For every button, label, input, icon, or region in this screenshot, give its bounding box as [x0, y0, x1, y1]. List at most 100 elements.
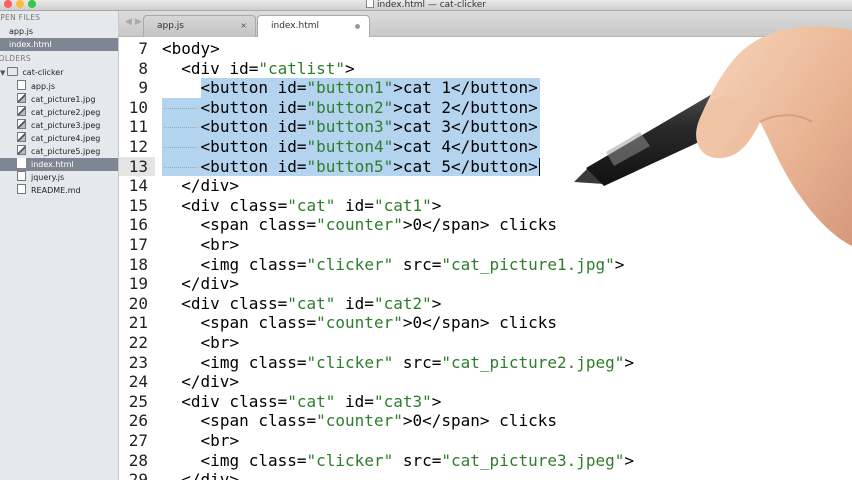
- string-token: "button3": [306, 117, 394, 137]
- indent-guide: [164, 166, 197, 169]
- markup-token: <br>: [200, 431, 240, 450]
- line-number: 9: [138, 78, 148, 98]
- string-token: "cat": [287, 195, 336, 215]
- tab-bar: ◀ ▶ app.js × index.html: [119, 11, 852, 38]
- line-number: 27: [128, 431, 148, 450]
- markup-token: <span class=: [200, 215, 317, 235]
- string-token: "catlist": [258, 58, 346, 78]
- file-item[interactable]: cat_picture5.jpeg: [17, 145, 100, 158]
- string-token: "cat3": [373, 391, 432, 411]
- file-item[interactable]: app.js: [17, 80, 55, 93]
- file-label: index.html: [31, 160, 74, 169]
- code-line[interactable]: 27 <br>: [119, 431, 852, 451]
- folder-label: cat-clicker: [22, 68, 64, 77]
- code-text: <div class="cat" id="cat3">: [181, 392, 441, 412]
- markup-token: <span class=: [200, 313, 317, 333]
- markup-token: </div>: [181, 470, 240, 480]
- line-number: 19: [128, 274, 148, 294]
- code-text: <button id="button2">cat 2</button>: [201, 98, 538, 118]
- code-text: <div class="cat" id="cat1">: [181, 196, 441, 216]
- forward-arrow-icon[interactable]: ▶: [135, 17, 142, 27]
- code-text: </div>: [181, 372, 239, 392]
- code-line[interactable]: 7 <body>: [119, 39, 852, 59]
- markup-token: >0</span> clicks: [402, 313, 557, 333]
- markup-token: <img class=: [200, 254, 307, 274]
- file-label: cat_picture3.jpeg: [31, 121, 101, 130]
- markup-token: >: [431, 391, 442, 411]
- tab-app-js[interactable]: app.js ×: [143, 15, 256, 37]
- code-line[interactable]: 13 <button id="button5">cat 5</button>: [119, 156, 852, 177]
- code-line[interactable]: 25 <div class="cat" id="cat3">: [119, 392, 852, 412]
- code-line[interactable]: 18 <img class="clicker" src="cat_picture1…: [119, 255, 852, 275]
- code-text: <button id="button5">cat 5</button>: [201, 157, 538, 177]
- code-line[interactable]: 29 </div>: [119, 470, 852, 480]
- code-text: <span class="counter">0</span> clicks: [201, 313, 557, 333]
- markup-token: <img class=: [200, 450, 307, 470]
- markup-token: </div>: [181, 274, 240, 294]
- code-text: <span class="counter">0</span> clicks: [201, 215, 557, 235]
- indent-guide: [164, 107, 197, 110]
- code-line[interactable]: 22 <br>: [119, 333, 852, 353]
- line-number: 21: [128, 313, 148, 333]
- markup-token: src=: [393, 254, 442, 274]
- file-item[interactable]: jquery.js: [17, 171, 64, 184]
- code-editor[interactable]: 7 <body> 8 <div id="catlist"> 9 <button id="b…: [119, 37, 852, 480]
- markup-token: >0</span> clicks: [402, 215, 557, 235]
- code-line[interactable]: 23 <img class="clicker" src="cat_picture2…: [119, 353, 852, 373]
- code-text: <img class="clicker" src="cat_picture1.j…: [201, 255, 625, 275]
- folder-cat-clicker[interactable]: ▼ cat-clicker: [0, 66, 64, 79]
- file-item[interactable]: cat_picture2.jpeg: [17, 106, 100, 119]
- tab-label: app.js: [157, 21, 184, 31]
- code-line[interactable]: 12 <button id="button4">cat 4</button>: [119, 137, 852, 157]
- code-line[interactable]: 11 <button id="button3">cat 3</button>: [119, 117, 852, 137]
- code-line[interactable]: 9 <button id="button1">cat 1</button>: [119, 78, 852, 98]
- close-tab-icon[interactable]: ×: [240, 16, 247, 36]
- markup-token: >cat 5</button>: [393, 156, 538, 176]
- unsaved-dot-icon[interactable]: [355, 24, 360, 29]
- markup-token: <div class=: [181, 293, 288, 313]
- code-line[interactable]: 19 </div>: [119, 274, 852, 294]
- file-item[interactable]: cat_picture1.jpg: [17, 93, 95, 106]
- string-token: "button1": [306, 78, 394, 98]
- file-item[interactable]: README.md: [17, 184, 81, 197]
- tab-index-html[interactable]: index.html: [257, 15, 370, 38]
- code-line[interactable]: 21 <span class="counter">0</span> clicks: [119, 313, 852, 333]
- markup-token: <br>: [200, 333, 240, 352]
- code-line[interactable]: 20 <div class="cat" id="cat2">: [119, 294, 852, 314]
- string-token: "counter": [316, 313, 403, 333]
- code-text: <br>: [201, 431, 240, 451]
- line-number: 11: [128, 117, 148, 137]
- markup-token: >: [345, 58, 355, 78]
- back-arrow-icon[interactable]: ◀: [125, 17, 132, 27]
- file-item[interactable]: index.html: [0, 158, 118, 171]
- image-file-icon: [17, 132, 26, 142]
- line-number: 7: [138, 39, 148, 58]
- code-line[interactable]: 10 <button id="button2">cat 2</button>: [119, 97, 852, 118]
- code-text: <img class="clicker" src="cat_picture2.j…: [201, 353, 635, 373]
- code-line[interactable]: 16 <span class="counter">0</span> clicks: [119, 215, 852, 235]
- line-number: 24: [128, 372, 148, 392]
- line-number: 8: [138, 58, 148, 78]
- code-text: <div id="catlist">: [181, 59, 354, 79]
- open-file-index-html[interactable]: index.html: [0, 38, 118, 51]
- code-line[interactable]: 24 </div>: [119, 372, 852, 392]
- code-text: <button id="button1">cat 1</button>: [201, 78, 538, 98]
- code-line[interactable]: 15 <div class="cat" id="cat1">: [119, 196, 852, 216]
- file-item[interactable]: cat_picture4.jpeg: [17, 132, 100, 145]
- code-line[interactable]: 28 <img class="clicker" src="cat_picture3…: [119, 451, 852, 471]
- code-line[interactable]: 14 </div>: [119, 176, 852, 196]
- open-file-app-js[interactable]: app.js: [9, 25, 33, 38]
- code-text: </div>: [181, 176, 239, 196]
- code-text: <img class="clicker" src="cat_picture3.j…: [201, 451, 635, 471]
- file-label: jquery.js: [31, 173, 65, 182]
- code-line[interactable]: 8 <div id="catlist">: [119, 59, 852, 79]
- folder-icon: [7, 67, 19, 76]
- string-token: "button2": [306, 97, 394, 117]
- string-token: "clicker": [306, 352, 394, 372]
- code-line[interactable]: 26 <span class="counter">0</span> clicks: [119, 411, 852, 431]
- code-line[interactable]: 17 <br>: [119, 235, 852, 255]
- markup-token: src=: [393, 450, 442, 470]
- string-token: "clicker": [306, 254, 394, 274]
- file-item[interactable]: cat_picture3.jpeg: [17, 119, 100, 132]
- disclosure-triangle-icon[interactable]: ▼: [0, 69, 5, 77]
